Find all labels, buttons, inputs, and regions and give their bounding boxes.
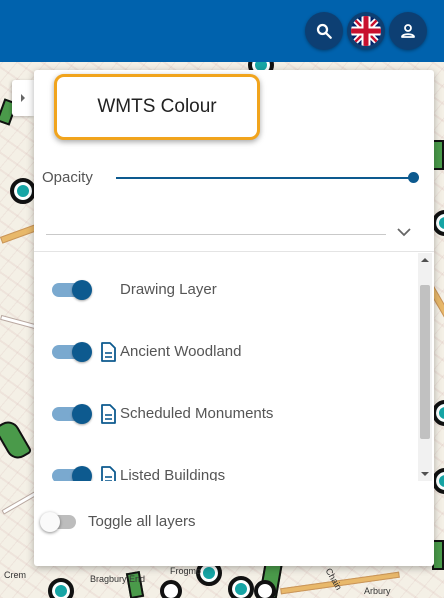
account-button[interactable]: [389, 12, 427, 50]
map-woodland-area: [0, 417, 33, 463]
map-marker[interactable]: [10, 178, 36, 204]
layer-label: Drawing Layer: [120, 281, 217, 298]
layer-toggle[interactable]: [52, 466, 92, 481]
layer-label: Listed Buildings: [120, 467, 226, 481]
toggle-knob: [72, 404, 92, 424]
uk-flag-icon: [351, 16, 381, 46]
divider: [34, 251, 434, 252]
map-marker[interactable]: [228, 576, 254, 598]
layer-toggle[interactable]: [52, 404, 92, 424]
map-label: Frogmo: [170, 566, 202, 576]
layer-select[interactable]: [46, 234, 386, 235]
search-button[interactable]: [305, 12, 343, 50]
map-label: Bragbury End: [90, 574, 146, 584]
toggle-knob: [72, 280, 92, 300]
layer-toggle[interactable]: [52, 342, 92, 362]
toggle-knob: [72, 342, 92, 362]
panel-collapse-tab[interactable]: [12, 80, 34, 116]
map-label: Crem: [4, 570, 26, 580]
map-marker[interactable]: [160, 580, 182, 598]
select-dropdown-button[interactable]: [394, 222, 414, 242]
layer-row-listed-buildings: Listed Buildings: [34, 457, 414, 481]
top-app-bar: [0, 0, 444, 62]
map-marker[interactable]: [254, 580, 276, 598]
opacity-slider-thumb[interactable]: [408, 172, 419, 183]
toggle-all-label: Toggle all layers: [88, 513, 196, 530]
document-icon[interactable]: [100, 466, 117, 481]
scrollbar-thumb[interactable]: [420, 285, 430, 439]
scroll-up-button[interactable]: [418, 253, 432, 267]
map-marker[interactable]: [48, 578, 74, 598]
toggle-all-layers: Toggle all layers: [40, 508, 242, 536]
layer-label: Ancient Woodland: [120, 343, 242, 360]
chevron-down-icon: [397, 227, 411, 236]
caret-down-icon: [421, 472, 429, 476]
document-icon[interactable]: [100, 404, 117, 424]
layer-toggle[interactable]: [52, 280, 92, 300]
opacity-slider-track[interactable]: [116, 177, 414, 179]
layer-row-drawing-layer: Drawing Layer: [34, 271, 414, 311]
layer-list: Drawing Layer Ancient Woodland Scheduled…: [34, 253, 418, 481]
person-icon: [401, 24, 415, 38]
layer-row-scheduled-monuments: Scheduled Monuments: [34, 395, 414, 435]
caret-up-icon: [421, 258, 429, 262]
panel-title[interactable]: WMTS Colour: [54, 74, 260, 140]
map-road: [1, 490, 39, 515]
language-button[interactable]: [347, 12, 385, 50]
layer-row-ancient-woodland: Ancient Woodland: [34, 333, 414, 373]
layer-panel: WMTS Colour Opacity Drawing Layer Ancien…: [34, 70, 434, 566]
search-icon: [316, 23, 332, 39]
toggle-knob: [40, 512, 60, 532]
layer-label: Scheduled Monuments: [120, 405, 274, 422]
caret-right-icon: [21, 94, 25, 102]
toggle-all-switch[interactable]: [40, 512, 76, 532]
layer-list-scrollbar[interactable]: [418, 253, 432, 481]
toggle-knob: [72, 466, 92, 481]
document-icon[interactable]: [100, 342, 117, 362]
opacity-label: Opacity: [42, 169, 93, 186]
scroll-down-button[interactable]: [418, 467, 432, 481]
map-label: Arbury: [364, 586, 391, 596]
